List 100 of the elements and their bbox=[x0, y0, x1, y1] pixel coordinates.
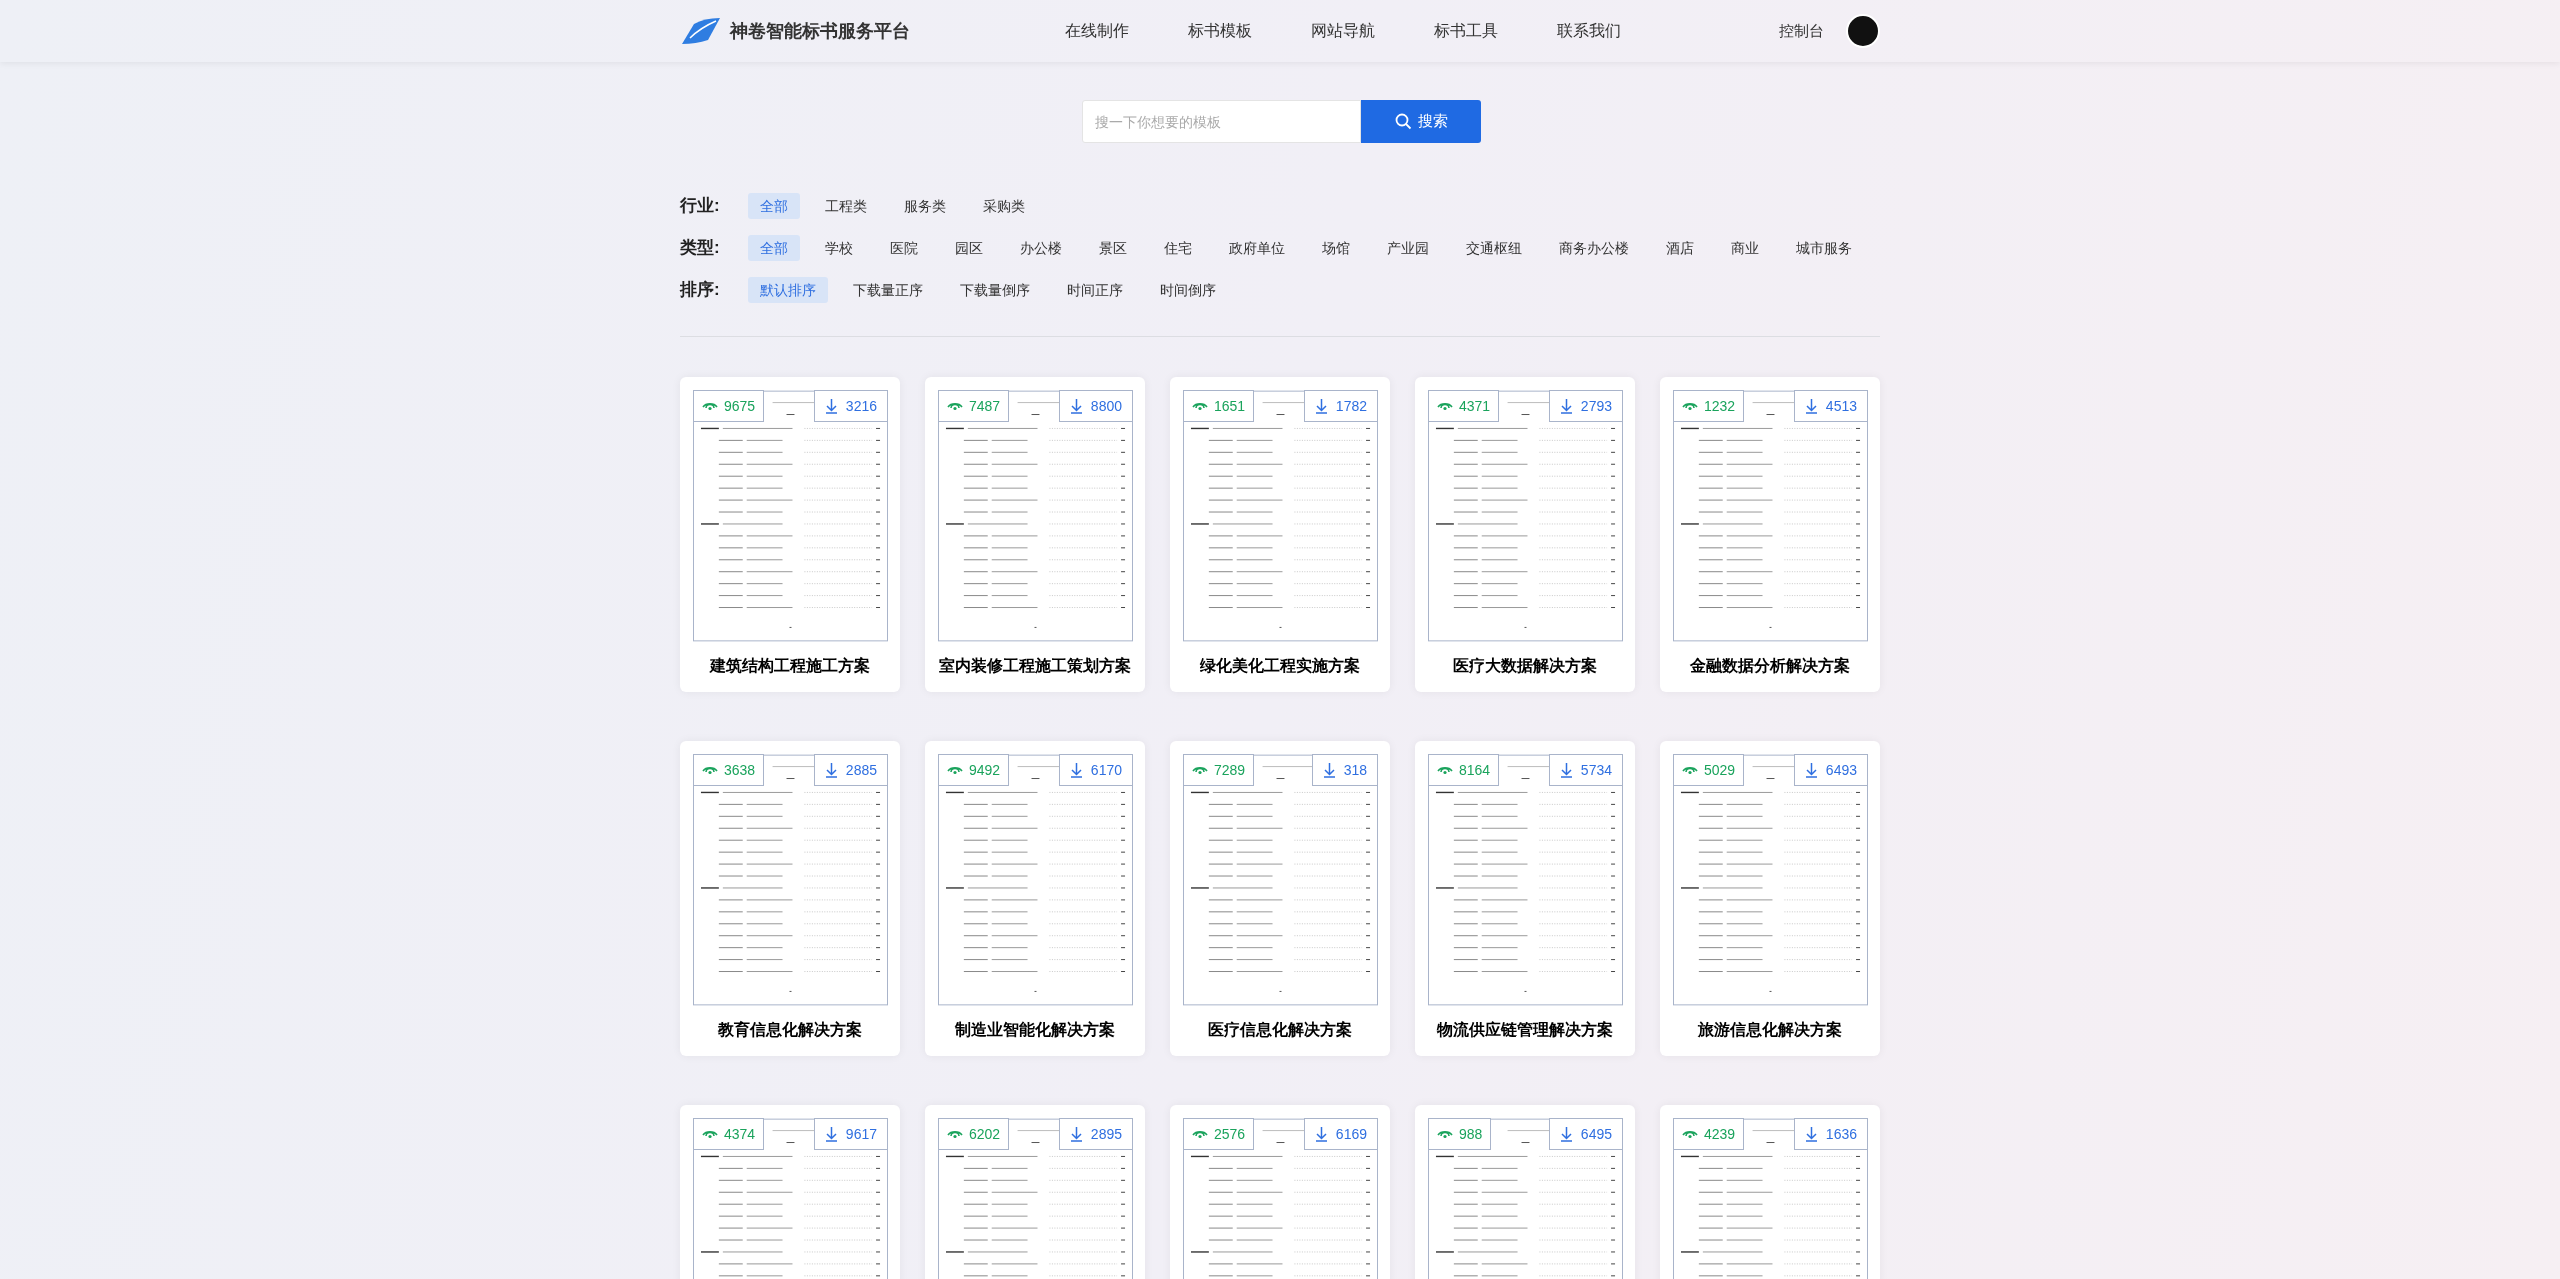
brand-name[interactable]: 神卷智能标书服务平台 bbox=[730, 17, 910, 45]
template-card[interactable]: 9675 3216 建筑结构工程施工方案 bbox=[680, 377, 900, 692]
view-count: 4374 bbox=[693, 1118, 765, 1150]
filter-label: 排序: bbox=[680, 279, 721, 302]
view-count: 4371 bbox=[1428, 390, 1500, 422]
download-count: 1636 bbox=[1793, 1118, 1868, 1150]
eye-icon bbox=[947, 1128, 963, 1140]
filter-option[interactable]: 工程类 bbox=[813, 193, 879, 219]
console-link[interactable]: 控制台 bbox=[1779, 19, 1824, 43]
filter-option[interactable]: 景区 bbox=[1087, 235, 1139, 261]
view-count: 5029 bbox=[1673, 754, 1745, 786]
filter-option[interactable]: 办公楼 bbox=[1008, 235, 1074, 261]
download-count: 6493 bbox=[1793, 754, 1868, 786]
view-count: 9675 bbox=[693, 390, 765, 422]
filter-option[interactable]: 默认排序 bbox=[748, 277, 828, 303]
view-count: 2576 bbox=[1183, 1118, 1255, 1150]
template-title: 教育信息化解决方案 bbox=[717, 1020, 863, 1040]
download-icon bbox=[1069, 762, 1083, 778]
filter-option[interactable]: 学校 bbox=[813, 235, 865, 261]
download-count: 3216 bbox=[813, 390, 888, 422]
eye-icon bbox=[1437, 764, 1453, 776]
search-field[interactable]: 搜一下你想要的模板 bbox=[1082, 100, 1361, 143]
template-card[interactable]: 7487 8800 室内装修工程施工策划方案 bbox=[925, 377, 1145, 692]
download-icon bbox=[1314, 398, 1328, 414]
download-count: 6495 bbox=[1548, 1118, 1623, 1150]
template-card[interactable]: 6202 2895 bbox=[925, 1105, 1145, 1279]
filter-option[interactable]: 城市服务 bbox=[1784, 235, 1864, 261]
template-title: 医疗信息化解决方案 bbox=[1207, 1020, 1353, 1040]
nav-link[interactable]: 标书工具 bbox=[1434, 19, 1498, 43]
view-count: 8164 bbox=[1428, 754, 1500, 786]
download-icon bbox=[1804, 398, 1818, 414]
download-icon bbox=[1804, 1126, 1818, 1142]
download-icon bbox=[824, 762, 838, 778]
eye-icon bbox=[1682, 1128, 1698, 1140]
download-count: 5734 bbox=[1548, 754, 1623, 786]
view-count: 4239 bbox=[1673, 1118, 1745, 1150]
filter-option[interactable]: 商务办公楼 bbox=[1547, 235, 1641, 261]
filter-option[interactable]: 时间正序 bbox=[1055, 277, 1135, 303]
download-count: 4513 bbox=[1793, 390, 1868, 422]
view-count: 9492 bbox=[938, 754, 1010, 786]
nav-link[interactable]: 网站导航 bbox=[1311, 19, 1375, 43]
filter-option[interactable]: 产业园 bbox=[1375, 235, 1441, 261]
nav-link[interactable]: 在线制作 bbox=[1065, 19, 1129, 43]
filter-option[interactable]: 住宅 bbox=[1152, 235, 1204, 261]
eye-icon bbox=[1192, 400, 1208, 412]
template-title: 物流供应链管理解决方案 bbox=[1436, 1020, 1614, 1040]
download-count: 8800 bbox=[1058, 390, 1133, 422]
template-title: 室内装修工程施工策划方案 bbox=[938, 656, 1132, 676]
download-icon bbox=[1314, 1126, 1328, 1142]
filter-option[interactable]: 场馆 bbox=[1310, 235, 1362, 261]
eye-icon bbox=[1437, 1128, 1453, 1140]
nav-link[interactable]: 标书模板 bbox=[1188, 19, 1252, 43]
filter-option[interactable]: 时间倒序 bbox=[1148, 277, 1228, 303]
view-count: 1651 bbox=[1183, 390, 1255, 422]
filter-option[interactable]: 下载量正序 bbox=[841, 277, 935, 303]
eye-icon bbox=[947, 400, 963, 412]
template-card[interactable]: 4374 9617 bbox=[680, 1105, 900, 1279]
search-icon bbox=[1394, 113, 1412, 130]
filter-option[interactable]: 交通枢纽 bbox=[1454, 235, 1534, 261]
download-count: 9617 bbox=[813, 1118, 888, 1150]
eye-icon bbox=[702, 764, 718, 776]
filter-option[interactable]: 商业 bbox=[1719, 235, 1771, 261]
download-icon bbox=[1559, 398, 1573, 414]
template-card[interactable]: 4239 1636 bbox=[1660, 1105, 1880, 1279]
eye-icon bbox=[702, 400, 718, 412]
filter-label: 类型: bbox=[680, 237, 721, 260]
eye-icon bbox=[1682, 400, 1698, 412]
view-count: 7487 bbox=[938, 390, 1010, 422]
download-count: 2885 bbox=[813, 754, 888, 786]
template-card[interactable]: 1232 4513 金融数据分析解决方案 bbox=[1660, 377, 1880, 692]
eye-icon bbox=[1192, 1128, 1208, 1140]
filter-option[interactable]: 采购类 bbox=[971, 193, 1037, 219]
download-icon bbox=[1322, 762, 1336, 778]
template-title: 旅游信息化解决方案 bbox=[1697, 1020, 1843, 1040]
template-card[interactable]: 9492 6170 制造业智能化解决方案 bbox=[925, 741, 1145, 1056]
download-count: 2895 bbox=[1058, 1118, 1133, 1150]
filter-option[interactable]: 全部 bbox=[748, 193, 800, 219]
filter-option[interactable]: 园区 bbox=[943, 235, 995, 261]
filter-option[interactable]: 服务类 bbox=[892, 193, 958, 219]
template-card[interactable]: 1651 1782 绿化美化工程实施方案 bbox=[1170, 377, 1390, 692]
download-count: 318 bbox=[1311, 754, 1378, 786]
filter-option[interactable]: 政府单位 bbox=[1217, 235, 1297, 261]
download-count: 6169 bbox=[1303, 1118, 1378, 1150]
avatar[interactable] bbox=[1846, 14, 1880, 48]
download-count: 2793 bbox=[1548, 390, 1623, 422]
template-card[interactable]: 5029 6493 旅游信息化解决方案 bbox=[1660, 741, 1880, 1056]
search-button[interactable]: 搜索 bbox=[1361, 100, 1481, 143]
template-card[interactable]: 988 6495 bbox=[1415, 1105, 1635, 1279]
filter-option[interactable]: 下载量倒序 bbox=[948, 277, 1042, 303]
template-title: 制造业智能化解决方案 bbox=[954, 1020, 1116, 1040]
template-card[interactable]: 3638 2885 教育信息化解决方案 bbox=[680, 741, 900, 1056]
template-card[interactable]: 2576 6169 bbox=[1170, 1105, 1390, 1279]
template-card[interactable]: 4371 2793 医疗大数据解决方案 bbox=[1415, 377, 1635, 692]
filter-option[interactable]: 全部 bbox=[748, 235, 800, 261]
template-card[interactable]: 7289 318 医疗信息化解决方案 bbox=[1170, 741, 1390, 1056]
filter-option[interactable]: 医院 bbox=[878, 235, 930, 261]
template-card[interactable]: 8164 5734 物流供应链管理解决方案 bbox=[1415, 741, 1635, 1056]
filter-option[interactable]: 酒店 bbox=[1654, 235, 1706, 261]
nav-link[interactable]: 联系我们 bbox=[1557, 19, 1621, 43]
template-title: 绿化美化工程实施方案 bbox=[1199, 656, 1361, 676]
